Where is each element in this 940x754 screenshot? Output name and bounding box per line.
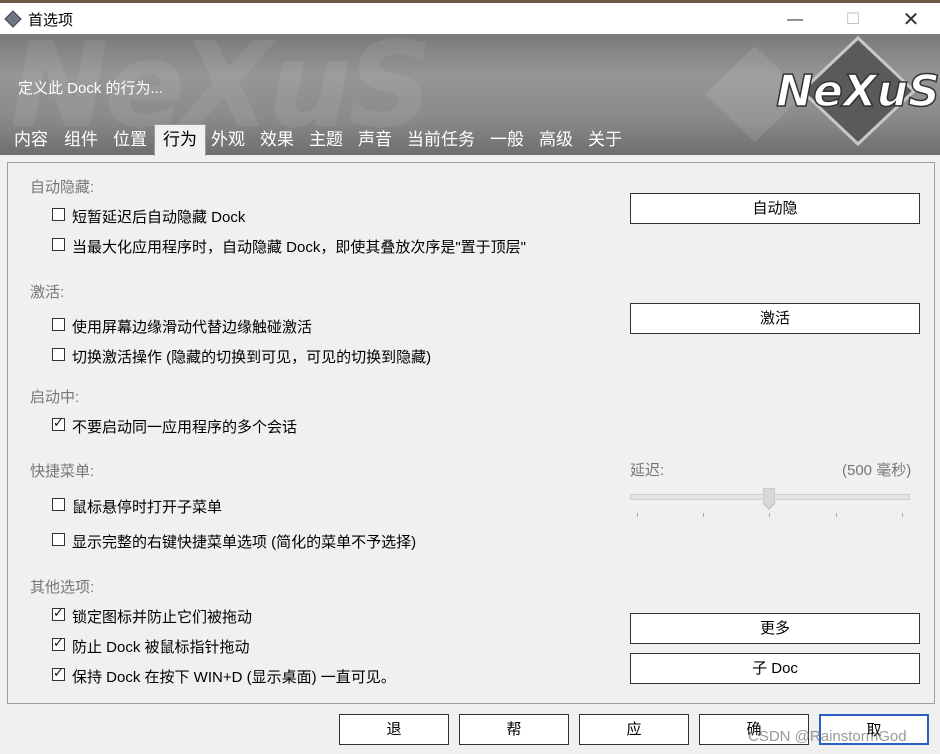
autohide-button[interactable]: 自动隐: [630, 193, 920, 224]
tab-position[interactable]: 位置: [107, 125, 153, 154]
checkbox-label: 防止 Dock 被鼠标指针拖动: [72, 639, 250, 656]
tab-effects[interactable]: 效果: [254, 125, 300, 154]
tab-behavior[interactable]: 行为: [154, 124, 206, 156]
checkbox-box[interactable]: [52, 238, 65, 251]
checkbox-label: 使用屏幕边缘滑动代替边缘触碰激活: [72, 319, 313, 336]
tab-appearance[interactable]: 外观: [205, 125, 251, 154]
checkbox-label: 鼠标悬停时打开子菜单: [72, 499, 223, 516]
section-title-launching: 启动中:: [30, 389, 80, 406]
window-title: 首选项: [28, 12, 74, 29]
checkbox-label: 保持 Dock 在按下 WIN+D (显示桌面) 一直可见。: [72, 669, 396, 686]
minimize-button[interactable]: —: [772, 6, 818, 34]
tab-running-tasks[interactable]: 当前任务: [401, 125, 481, 154]
tab-advanced[interactable]: 高级: [533, 125, 579, 154]
slider-tick: [836, 513, 837, 517]
slider-tick: [703, 513, 704, 517]
delay-label: 延迟:: [630, 462, 665, 479]
checkbox-box[interactable]: [52, 348, 65, 361]
delay-value: (500 毫秒): [842, 462, 912, 479]
tab-content[interactable]: 内容: [8, 125, 54, 154]
watermark: CSDN @RainstormGod: [748, 728, 907, 745]
checkbox-box[interactable]: [52, 318, 65, 331]
tab-sounds[interactable]: 声音: [352, 125, 398, 154]
checkbox-box[interactable]: [52, 533, 65, 546]
sub-dock-button[interactable]: 子 Doc: [630, 653, 920, 684]
checkbox-box[interactable]: [52, 415, 65, 431]
checkbox-label: 切换激活操作 (隐藏的切换到可见，可见的切换到隐藏): [72, 349, 432, 366]
apply-button[interactable]: 应: [579, 714, 689, 745]
checkbox-box[interactable]: [52, 605, 65, 621]
app-diamond-icon: [4, 10, 22, 28]
more-button[interactable]: 更多: [630, 613, 920, 644]
tab-themes[interactable]: 主题: [303, 125, 349, 154]
section-title-quickmenu: 快捷菜单:: [30, 463, 95, 480]
banner-subtitle: 定义此 Dock 的行为...: [18, 80, 164, 97]
section-title-other: 其他选项:: [30, 579, 95, 596]
tab-general[interactable]: 一般: [484, 125, 530, 154]
slider-tick: [902, 513, 903, 517]
close-button[interactable]: ✕: [888, 6, 934, 34]
tab-about[interactable]: 关于: [582, 125, 628, 154]
checkbox-label: 显示完整的右键快捷菜单选项 (简化的菜单不予选择): [72, 534, 417, 551]
checkbox-box[interactable]: [52, 665, 65, 681]
maximize-button[interactable]: ☐: [830, 6, 876, 34]
checkbox-label: 短暂延迟后自动隐藏 Dock: [72, 209, 246, 226]
title-bar: 首选项 — ☐ ✕: [0, 3, 940, 34]
tab-components[interactable]: 组件: [58, 125, 104, 154]
checkbox-box[interactable]: [52, 498, 65, 511]
checkbox-box[interactable]: [52, 208, 65, 221]
checkbox-label: 当最大化应用程序时，自动隐藏 Dock，即使其叠放次序是"置于顶层": [72, 239, 526, 256]
delay-slider-thumb[interactable]: [763, 488, 775, 510]
activation-button[interactable]: 激活: [630, 303, 920, 334]
exit-button[interactable]: 退: [339, 714, 449, 745]
checkbox-label: 不要启动同一应用程序的多个会话: [72, 419, 298, 436]
section-title-activation: 激活:: [30, 284, 65, 301]
checkbox-label: 锁定图标并防止它们被拖动: [72, 609, 253, 626]
svg-text:NeXuS: NeXuS: [776, 66, 940, 117]
checkbox-box[interactable]: [52, 635, 65, 651]
slider-tick: [637, 513, 638, 517]
nexus-logo: NeXuS: [705, 35, 940, 147]
section-title-autohide: 自动隐藏:: [30, 179, 95, 196]
slider-tick: [769, 513, 770, 517]
help-button[interactable]: 帮: [459, 714, 569, 745]
